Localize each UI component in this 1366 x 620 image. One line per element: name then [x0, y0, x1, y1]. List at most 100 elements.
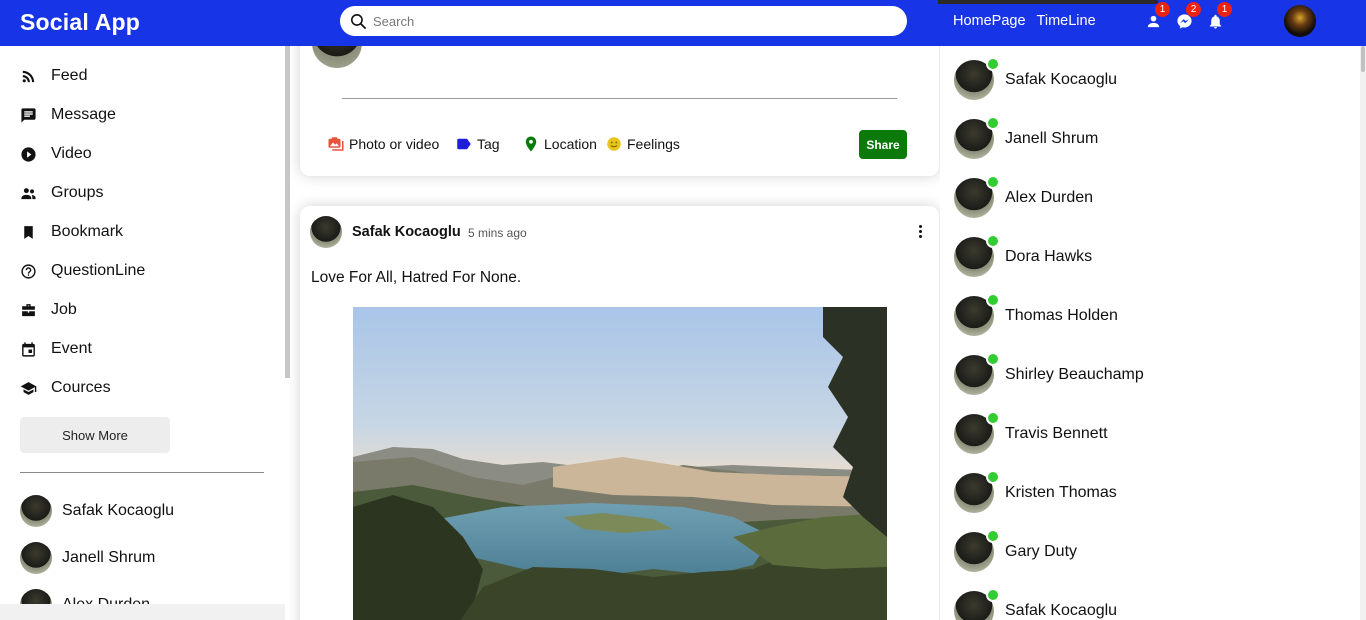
- sidebar-item-label: Bookmark: [51, 223, 124, 240]
- notifications-button[interactable]: 1: [1204, 2, 1232, 32]
- sidebar-item-feed[interactable]: Feed: [20, 67, 87, 85]
- tag-option[interactable]: Tag: [455, 135, 500, 153]
- option-label: Tag: [477, 136, 500, 152]
- avatar: [312, 46, 362, 68]
- avatar[interactable]: [310, 216, 342, 248]
- online-friend[interactable]: Travis Bennett: [954, 411, 1108, 454]
- online-friend[interactable]: Dora Hawks: [954, 234, 1093, 277]
- online-friend[interactable]: Kristen Thomas: [954, 470, 1117, 513]
- post-author[interactable]: Safak Kocaoglu: [352, 224, 461, 240]
- sidebar-friend[interactable]: Janell Shrum: [20, 542, 155, 574]
- search-input[interactable]: [373, 13, 873, 29]
- avatar: [954, 470, 1000, 513]
- sidebar-item-label: Groups: [51, 184, 104, 201]
- feelings-option[interactable]: Feelings: [605, 135, 680, 153]
- share-card: Photo or video Tag Location Feelings Sha…: [300, 46, 939, 176]
- search-bar[interactable]: [340, 6, 907, 36]
- online-friend-name: Travis Bennett: [1005, 425, 1108, 442]
- sidebar-divider: [20, 472, 264, 473]
- sidebar-item-event[interactable]: Event: [20, 340, 92, 358]
- photo-icon: [328, 137, 344, 151]
- online-friend-name: Dora Hawks: [1005, 248, 1093, 265]
- sidebar-item-label: Cources: [51, 379, 111, 396]
- sidebar-item-label: QuestionLine: [51, 262, 146, 279]
- online-friend[interactable]: Janell Shrum: [954, 116, 1099, 159]
- online-friend-name: Shirley Beauchamp: [1005, 366, 1144, 383]
- school-icon: [20, 381, 37, 395]
- chat-icon: [21, 107, 36, 123]
- online-status-dot: [986, 175, 1000, 189]
- avatar: [954, 175, 1000, 218]
- online-friend[interactable]: Safak Kocaoglu: [954, 57, 1118, 100]
- sidebar-friend[interactable]: Safak Kocaoglu: [20, 495, 174, 527]
- emoji-icon: [607, 137, 621, 151]
- online-friend-name: Alex Durden: [1005, 189, 1094, 206]
- online-friend-name: Safak Kocaoglu: [1005, 71, 1118, 88]
- top-links: HomePage TimeLine: [953, 13, 1096, 29]
- sidebar-item-label: Feed: [51, 67, 88, 84]
- messages-button[interactable]: 2: [1173, 2, 1201, 32]
- location-pin-icon: [525, 136, 537, 152]
- calendar-icon: [22, 341, 35, 357]
- more-vert-icon[interactable]: [914, 222, 926, 240]
- online-status-dot: [986, 470, 1000, 484]
- online-friend[interactable]: Gary Duty: [954, 529, 1078, 572]
- avatar: [954, 352, 1000, 395]
- top-divider: [938, 0, 1158, 4]
- avatar: [954, 116, 1000, 159]
- app-logo[interactable]: Social App: [20, 9, 140, 36]
- briefcase-icon: [22, 303, 35, 316]
- page-scrollbar-thumb[interactable]: [1361, 46, 1365, 72]
- online-status-dot: [986, 588, 1000, 602]
- homepage-link[interactable]: HomePage: [953, 13, 1026, 29]
- page-scrollbar-track[interactable]: [1360, 46, 1366, 620]
- rss-icon: [22, 70, 35, 82]
- avatar: [954, 411, 1000, 454]
- location-option[interactable]: Location: [522, 135, 597, 153]
- sidebar-item-job[interactable]: Job: [20, 301, 77, 319]
- online-friend[interactable]: Thomas Holden: [954, 293, 1118, 336]
- avatar: [954, 57, 1000, 100]
- friend-requests-button[interactable]: 1: [1142, 2, 1170, 32]
- avatar: [20, 542, 52, 574]
- sidebar-item-label: Job: [51, 301, 77, 318]
- post-text: Love For All, Hatred For None.: [311, 269, 522, 286]
- profile-avatar[interactable]: [1284, 5, 1316, 37]
- avatar: [954, 234, 1000, 277]
- feed: Photo or video Tag Location Feelings Sha…: [290, 46, 940, 620]
- topbar: Social App HomePage TimeLine 1 2 1: [0, 0, 1366, 46]
- label-icon: [457, 138, 471, 150]
- option-label: Feelings: [627, 136, 680, 152]
- share-button[interactable]: Share: [859, 130, 907, 159]
- online-friend[interactable]: Shirley Beauchamp: [954, 352, 1144, 395]
- photo-video-option[interactable]: Photo or video: [327, 135, 439, 153]
- sidebar-item-cources[interactable]: Cources: [20, 379, 111, 397]
- group-icon: [21, 187, 36, 199]
- notifications-badge: 1: [1217, 2, 1232, 17]
- option-label: Photo or video: [349, 136, 440, 152]
- bookmark-icon: [24, 225, 33, 239]
- avatar: [954, 293, 1000, 336]
- online-friend[interactable]: Alex Durden: [954, 175, 1094, 218]
- messages-badge: 2: [1186, 2, 1201, 17]
- search-icon: [350, 13, 367, 29]
- sidebar-item-groups[interactable]: Groups: [20, 184, 103, 202]
- show-more-button[interactable]: Show More: [20, 417, 170, 453]
- friend-name: Safak Kocaoglu: [62, 502, 175, 519]
- sidebar-item-label: Message: [51, 106, 116, 123]
- online-friend[interactable]: Safak Kocaoglu: [954, 588, 1117, 620]
- online-friends: Safak Kocaoglu Janell Shrum Alex Durden …: [940, 46, 1360, 620]
- avatar: [20, 495, 52, 527]
- online-friend-name: Gary Duty: [1005, 543, 1078, 560]
- online-status-dot: [986, 411, 1000, 425]
- sidebar-item-video[interactable]: Video: [20, 145, 92, 163]
- sidebar-item-label: Video: [51, 145, 92, 162]
- sidebar-item-questionline[interactable]: QuestionLine: [20, 262, 145, 280]
- timeline-link[interactable]: TimeLine: [1037, 13, 1096, 29]
- online-friend-name: Janell Shrum: [1005, 130, 1099, 147]
- sidebar-item-message[interactable]: Message: [20, 106, 116, 124]
- sidebar-item-bookmark[interactable]: Bookmark: [20, 223, 123, 241]
- online-status-dot: [986, 293, 1000, 307]
- sidebar-horizontal-scrollbar[interactable]: [0, 604, 285, 620]
- online-status-dot: [986, 529, 1000, 543]
